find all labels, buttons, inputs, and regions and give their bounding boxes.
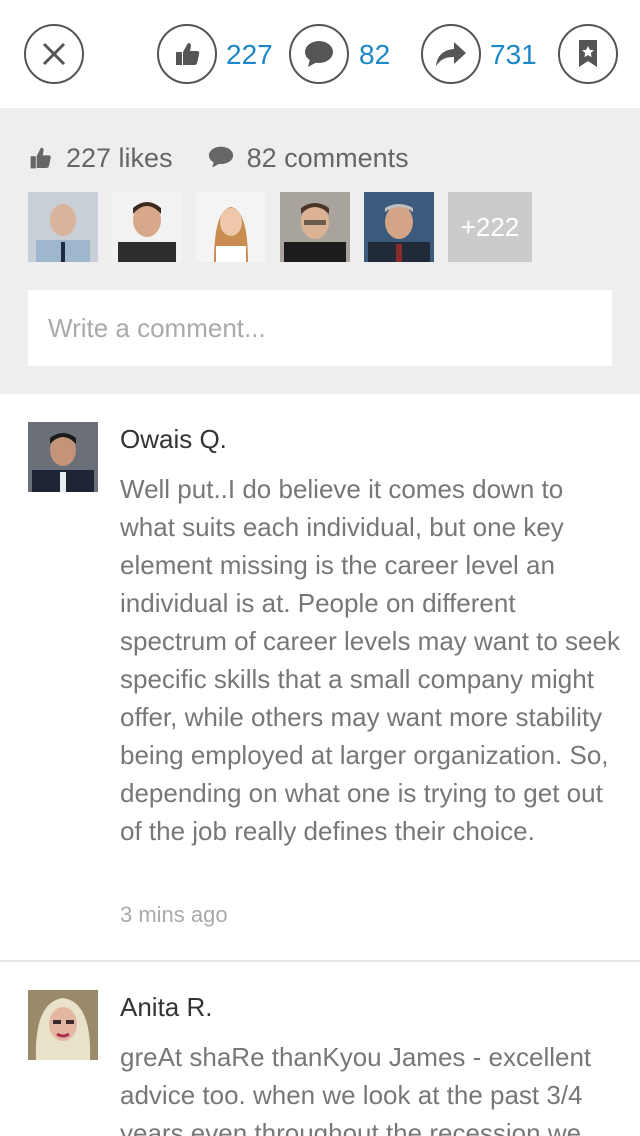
comment-item: Owais Q. Well put..I do believe it comes…	[0, 394, 640, 960]
liker-avatar[interactable]	[280, 192, 350, 262]
comment-author[interactable]: Owais Q.	[120, 424, 227, 455]
commenter-avatar[interactable]	[28, 990, 98, 1060]
action-toolbar: 227 82 731	[0, 0, 640, 108]
comment-text: greAt shaRe thanKyou James - excellent a…	[120, 1042, 592, 1136]
more-likers-count[interactable]: +222	[448, 192, 532, 262]
share-button[interactable]	[421, 24, 481, 84]
comment-bubble-icon	[208, 146, 233, 168]
close-button[interactable]	[24, 24, 84, 84]
share-arrow-icon	[436, 42, 466, 66]
shares-count: 731	[490, 39, 537, 70]
stat-row: 227 likes 82 comments	[28, 138, 409, 178]
likers-avatar-row: +222	[28, 192, 532, 262]
comment-item: Anita R. greAt shaRe thanKyou James - ex…	[0, 962, 640, 1136]
like-button[interactable]	[157, 24, 217, 84]
liker-avatar[interactable]	[112, 192, 182, 262]
comments-summary-text[interactable]: 82 comments	[247, 143, 409, 174]
bookmark-button[interactable]	[558, 24, 618, 84]
thumbs-up-icon	[30, 147, 51, 169]
bookmark-star-icon	[579, 40, 597, 67]
liker-avatar[interactable]	[364, 192, 434, 262]
comment-timestamp: 3 mins ago	[120, 902, 228, 927]
comment-button[interactable]	[289, 24, 349, 84]
liker-avatar[interactable]	[28, 192, 98, 262]
likes-summary-text[interactable]: 227 likes	[66, 143, 173, 174]
comment-input[interactable]	[28, 290, 612, 366]
likes-count: 227	[226, 39, 273, 70]
thumbs-up-icon	[176, 43, 200, 65]
comment-bubble-icon	[305, 41, 333, 67]
liker-avatar[interactable]	[196, 192, 266, 262]
close-icon	[42, 42, 66, 66]
engagement-summary: 227 likes 82 comments +222 Write a comme…	[0, 108, 640, 394]
commenter-avatar[interactable]	[28, 422, 98, 492]
comment-text: Well put..I do believe it comes down to …	[120, 474, 620, 846]
comment-author[interactable]: Anita R.	[120, 992, 213, 1023]
comments-count: 82	[359, 39, 391, 70]
